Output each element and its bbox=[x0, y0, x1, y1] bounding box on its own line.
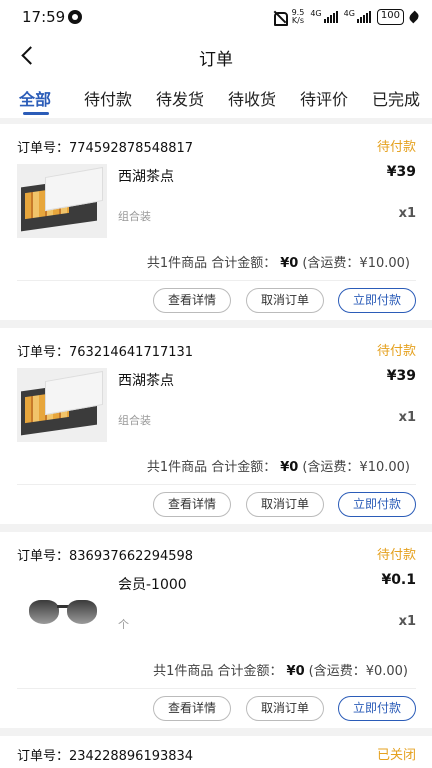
view-details-button[interactable]: 查看详情 bbox=[153, 492, 231, 517]
order-status: 已关闭 bbox=[376, 748, 416, 763]
product-image bbox=[17, 572, 107, 646]
product-quantity: x1 bbox=[398, 410, 416, 425]
product-name: 西湖茶点 bbox=[118, 169, 174, 185]
view-details-button[interactable]: 查看详情 bbox=[153, 696, 231, 721]
tab-pending-payment[interactable]: 待付款 bbox=[84, 86, 132, 110]
tab-pending-shipment[interactable]: 待发货 bbox=[156, 86, 204, 110]
alarm-icon bbox=[68, 10, 82, 24]
order-summary: 共1件商品 合计金额： ¥0 (含运费：¥10.00) bbox=[147, 252, 410, 271]
product-name: 会员-1000 bbox=[118, 577, 187, 593]
cancel-order-button[interactable]: 取消订单 bbox=[246, 492, 324, 517]
tab-all[interactable]: 全部 bbox=[19, 86, 51, 110]
order-card[interactable]: 订单号：234228896193834 已关闭 bbox=[0, 736, 432, 768]
network-type-2: 4G bbox=[343, 8, 355, 18]
product-spec: 组合装 bbox=[118, 210, 151, 223]
order-card[interactable]: 订单号：774592878548817 待付款 西湖茶点 ¥39 组合装 x1 … bbox=[0, 124, 432, 320]
product-image bbox=[17, 164, 107, 238]
network-speed-unit: K/s bbox=[291, 16, 304, 25]
total-amount: ¥0 bbox=[286, 664, 305, 679]
cancel-order-button[interactable]: 取消订单 bbox=[246, 696, 324, 721]
summary-label: 共1件商品 合计金额： bbox=[146, 460, 277, 475]
pay-now-button[interactable]: 立即付款 bbox=[338, 288, 416, 313]
order-status: 待付款 bbox=[376, 548, 416, 563]
product-quantity: x1 bbox=[398, 206, 416, 221]
mute-icon bbox=[272, 10, 288, 26]
order-number: 订单号：774592878548817 bbox=[17, 141, 194, 156]
leaf-icon bbox=[407, 10, 421, 24]
tab-completed[interactable]: 已完成 bbox=[372, 86, 420, 110]
product-price: ¥39 bbox=[386, 164, 416, 180]
status-time: 17:59 bbox=[22, 8, 66, 26]
order-tabs: 全部 待付款 待发货 待收货 待评价 已完成 bbox=[0, 78, 432, 118]
product-price: ¥0.1 bbox=[381, 572, 416, 588]
product-image bbox=[17, 368, 107, 442]
total-amount: ¥0 bbox=[280, 460, 299, 475]
pay-now-button[interactable]: 立即付款 bbox=[338, 696, 416, 721]
signal-icon bbox=[323, 11, 338, 23]
tab-active-indicator bbox=[23, 112, 49, 115]
total-amount: ¥0 bbox=[280, 256, 299, 271]
shipping-fee: (含运费：¥0.00) bbox=[308, 664, 408, 679]
shipping-fee: (含运费：¥10.00) bbox=[302, 460, 410, 475]
view-details-button[interactable]: 查看详情 bbox=[153, 288, 231, 313]
product-spec: 个 bbox=[118, 618, 129, 631]
order-card[interactable]: 订单号：763214641717131 待付款 西湖茶点 ¥39 组合装 x1 … bbox=[0, 328, 432, 524]
summary-label: 共1件商品 合计金额： bbox=[153, 664, 283, 679]
order-status: 待付款 bbox=[376, 140, 416, 155]
status-bar: 17:59 9.5 K/s 4G 4G 100 bbox=[0, 0, 432, 34]
network-type-1: 4G bbox=[310, 8, 322, 18]
pay-now-button[interactable]: 立即付款 bbox=[338, 492, 416, 517]
product-spec: 组合装 bbox=[118, 414, 151, 427]
cancel-order-button[interactable]: 取消订单 bbox=[246, 288, 324, 313]
divider bbox=[17, 280, 416, 281]
network-speed: 9.5 K/s bbox=[292, 9, 305, 25]
battery-icon: 100 bbox=[376, 9, 404, 25]
product-name: 西湖茶点 bbox=[118, 373, 174, 389]
divider bbox=[17, 484, 416, 485]
page-title: 订单 bbox=[199, 50, 233, 70]
order-summary: 共1件商品 合计金额： ¥0 (含运费：¥10.00) bbox=[147, 456, 410, 475]
product-quantity: x1 bbox=[398, 614, 416, 629]
order-card[interactable]: 订单号：836937662294598 待付款 会员-1000 ¥0.1 个 x… bbox=[0, 532, 432, 728]
summary-label: 共1件商品 合计金额： bbox=[146, 256, 277, 271]
order-number: 订单号：763214641717131 bbox=[17, 345, 194, 360]
status-indicators: 9.5 K/s 4G 4G 100 bbox=[272, 8, 421, 26]
shipping-fee: (含运费：¥10.00) bbox=[302, 256, 410, 271]
divider bbox=[17, 688, 416, 689]
order-number: 订单号：836937662294598 bbox=[17, 549, 194, 564]
order-status: 待付款 bbox=[376, 344, 416, 359]
product-price: ¥39 bbox=[386, 368, 416, 384]
header-bar: 订单 bbox=[0, 34, 432, 78]
tab-pending-review[interactable]: 待评价 bbox=[300, 86, 348, 110]
order-summary: 共1件商品 合计金额： ¥0 (含运费：¥0.00) bbox=[153, 660, 408, 679]
signal-icon bbox=[356, 11, 371, 23]
order-number: 订单号：234228896193834 bbox=[17, 749, 194, 764]
tab-pending-receipt[interactable]: 待收货 bbox=[228, 86, 276, 110]
